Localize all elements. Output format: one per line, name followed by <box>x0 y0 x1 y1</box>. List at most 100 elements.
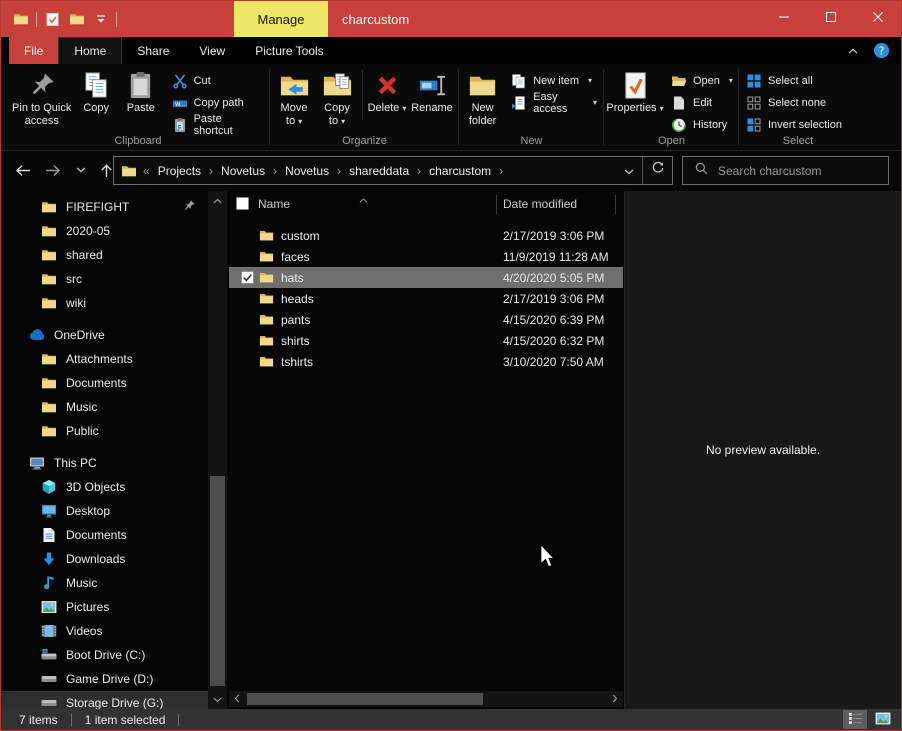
sidebar-item-src[interactable]: src <box>1 267 208 291</box>
forward-icon[interactable] <box>45 164 62 177</box>
copy-path-button[interactable]: W... Copy path <box>168 92 267 113</box>
crumb-separator[interactable]: › <box>331 164 347 178</box>
breadcrumb-novetus[interactable]: Novetus <box>283 164 331 178</box>
pin-to-quick-access-button[interactable]: Pin to Quick access <box>9 66 74 128</box>
properties-button[interactable]: Properties▾ <box>607 66 663 115</box>
tab-file[interactable]: File <box>9 37 58 64</box>
copy-button[interactable]: Copy <box>74 66 118 115</box>
new-folder-button[interactable]: New folder <box>462 66 503 128</box>
close-button[interactable] <box>854 1 901 37</box>
sidebar-item-this-pc[interactable]: This PC <box>1 451 208 475</box>
row-checkbox[interactable] <box>241 271 254 284</box>
sidebar-item-documents[interactable]: Documents <box>1 523 208 547</box>
minimize-button[interactable] <box>760 1 807 37</box>
move-to-button[interactable]: Move to▾ <box>273 66 315 128</box>
crumb-separator[interactable]: › <box>411 164 427 178</box>
search-box[interactable] <box>682 156 889 185</box>
column-resize-handle[interactable] <box>496 195 497 214</box>
file-row-heads[interactable]: heads2/17/2019 3:06 PM <box>229 288 623 309</box>
details-view-button[interactable] <box>843 710 867 729</box>
crumb-separator[interactable]: › <box>267 164 283 178</box>
sidebar-item-downloads[interactable]: Downloads <box>1 547 208 571</box>
ribbon-collapse-icon[interactable] <box>848 48 858 54</box>
scroll-left-button[interactable] <box>229 691 245 707</box>
tab-home[interactable]: Home <box>58 37 122 64</box>
back-icon[interactable] <box>14 164 31 177</box>
recent-locations-icon[interactable] <box>76 167 86 173</box>
breadcrumb-projects[interactable]: Projects <box>156 164 203 178</box>
sidebar-item-music[interactable]: Music <box>1 395 208 419</box>
sidebar-item-attachments[interactable]: Attachments <box>1 347 208 371</box>
select-all-button[interactable]: Select all <box>742 70 846 91</box>
new-item-button[interactable]: New item ▾ <box>507 70 601 91</box>
file-row-tshirts[interactable]: tshirts3/10/2020 7:50 AM <box>229 351 623 372</box>
tab-picture-tools[interactable]: Picture Tools <box>240 37 338 64</box>
address-dropdown-button[interactable] <box>616 157 642 184</box>
sidebar-item-2020-05[interactable]: 2020-05 <box>1 219 208 243</box>
sidebar-item-3d-objects[interactable]: 3D Objects <box>1 475 208 499</box>
help-icon[interactable]: ? <box>873 42 890 59</box>
sidebar-item-shared[interactable]: shared <box>1 243 208 267</box>
qat-folder-icon[interactable] <box>12 11 29 28</box>
file-row-hats[interactable]: hats4/20/2020 5:05 PM <box>229 267 623 288</box>
select-none-button[interactable]: Select none <box>742 92 846 113</box>
crumb-separator[interactable]: › <box>493 164 509 178</box>
edit-button[interactable]: Edit <box>667 92 737 113</box>
scroll-right-button[interactable] <box>607 691 623 707</box>
maximize-button[interactable] <box>807 1 854 37</box>
file-row-custom[interactable]: custom2/17/2019 3:06 PM <box>229 225 623 246</box>
sidebar-item-pictures[interactable]: Pictures <box>1 595 208 619</box>
crumb-separator[interactable]: › <box>203 164 219 178</box>
sidebar-item-public[interactable]: Public <box>1 419 208 443</box>
sidebar-item-boot-drive-c[interactable]: Boot Drive (C:) <box>1 643 208 667</box>
thumbnails-view-button[interactable] <box>871 710 895 729</box>
sidebar-item-storage-drive-g[interactable]: Storage Drive (G:) <box>1 691 208 709</box>
breadcrumb-novetus[interactable]: Novetus <box>219 164 267 178</box>
sidebar-item-game-drive-d[interactable]: Game Drive (D:) <box>1 667 208 691</box>
breadcrumb-shareddata[interactable]: shareddata <box>347 164 411 178</box>
column-header-name[interactable]: Name <box>258 197 290 211</box>
column-resize-handle[interactable] <box>615 195 616 214</box>
invert-selection-button[interactable]: Invert selection <box>742 114 846 135</box>
folder-icon <box>259 291 274 306</box>
sidebar-item-firefight[interactable]: FIREFIGHT <box>1 195 208 219</box>
select-all-checkbox[interactable] <box>236 197 249 210</box>
easy-access-button[interactable]: Easy access ▾ <box>507 92 601 113</box>
delete-button[interactable]: Delete▾ <box>366 66 408 115</box>
crumb-overflow[interactable]: « <box>137 164 156 178</box>
paste-shortcut-button[interactable]: Paste shortcut <box>168 114 267 135</box>
tab-share[interactable]: Share <box>122 37 184 64</box>
sidebar-scrollbar[interactable] <box>208 191 227 709</box>
qat-customize-icon[interactable] <box>92 11 109 28</box>
up-icon[interactable] <box>100 163 113 178</box>
search-input[interactable] <box>718 164 868 178</box>
cut-button[interactable]: Cut <box>168 70 267 91</box>
sidebar-item-documents[interactable]: Documents <box>1 371 208 395</box>
scrollbar-thumb[interactable] <box>247 693 483 705</box>
scroll-down-button[interactable] <box>208 690 227 707</box>
column-header-date-modified[interactable]: Date modified <box>503 197 577 211</box>
address-bar[interactable]: « Projects › Novetus › Novetus › sharedd… <box>113 156 673 185</box>
scrollbar-thumb[interactable] <box>210 476 225 686</box>
tab-view[interactable]: View <box>184 37 240 64</box>
sidebar-item-onedrive[interactable]: OneDrive <box>1 323 208 347</box>
qat-folder-icon[interactable] <box>68 11 85 28</box>
file-row-pants[interactable]: pants4/15/2020 6:39 PM <box>229 309 623 330</box>
file-row-shirts[interactable]: shirts4/15/2020 6:32 PM <box>229 330 623 351</box>
rename-button[interactable]: Rename <box>408 66 456 115</box>
scroll-up-button[interactable] <box>208 191 227 208</box>
sidebar-item-music[interactable]: Music <box>1 571 208 595</box>
sidebar-item-wiki[interactable]: wiki <box>1 291 208 315</box>
sidebar-item-videos[interactable]: Videos <box>1 619 208 643</box>
horizontal-scrollbar[interactable] <box>229 691 623 707</box>
qat-properties-icon[interactable] <box>44 11 61 28</box>
refresh-button[interactable] <box>642 157 672 184</box>
history-button[interactable]: History <box>667 114 737 135</box>
copy-to-button[interactable]: Copy to▾ <box>315 66 359 128</box>
open-button[interactable]: Open ▾ <box>667 70 737 91</box>
paste-button[interactable]: Paste <box>118 66 164 115</box>
ribbon-contextual-tab-manage[interactable]: Manage <box>234 1 328 37</box>
file-row-faces[interactable]: faces11/9/2019 11:28 AM <box>229 246 623 267</box>
sidebar-item-desktop[interactable]: Desktop <box>1 499 208 523</box>
breadcrumb-charcustom[interactable]: charcustom <box>427 164 493 178</box>
